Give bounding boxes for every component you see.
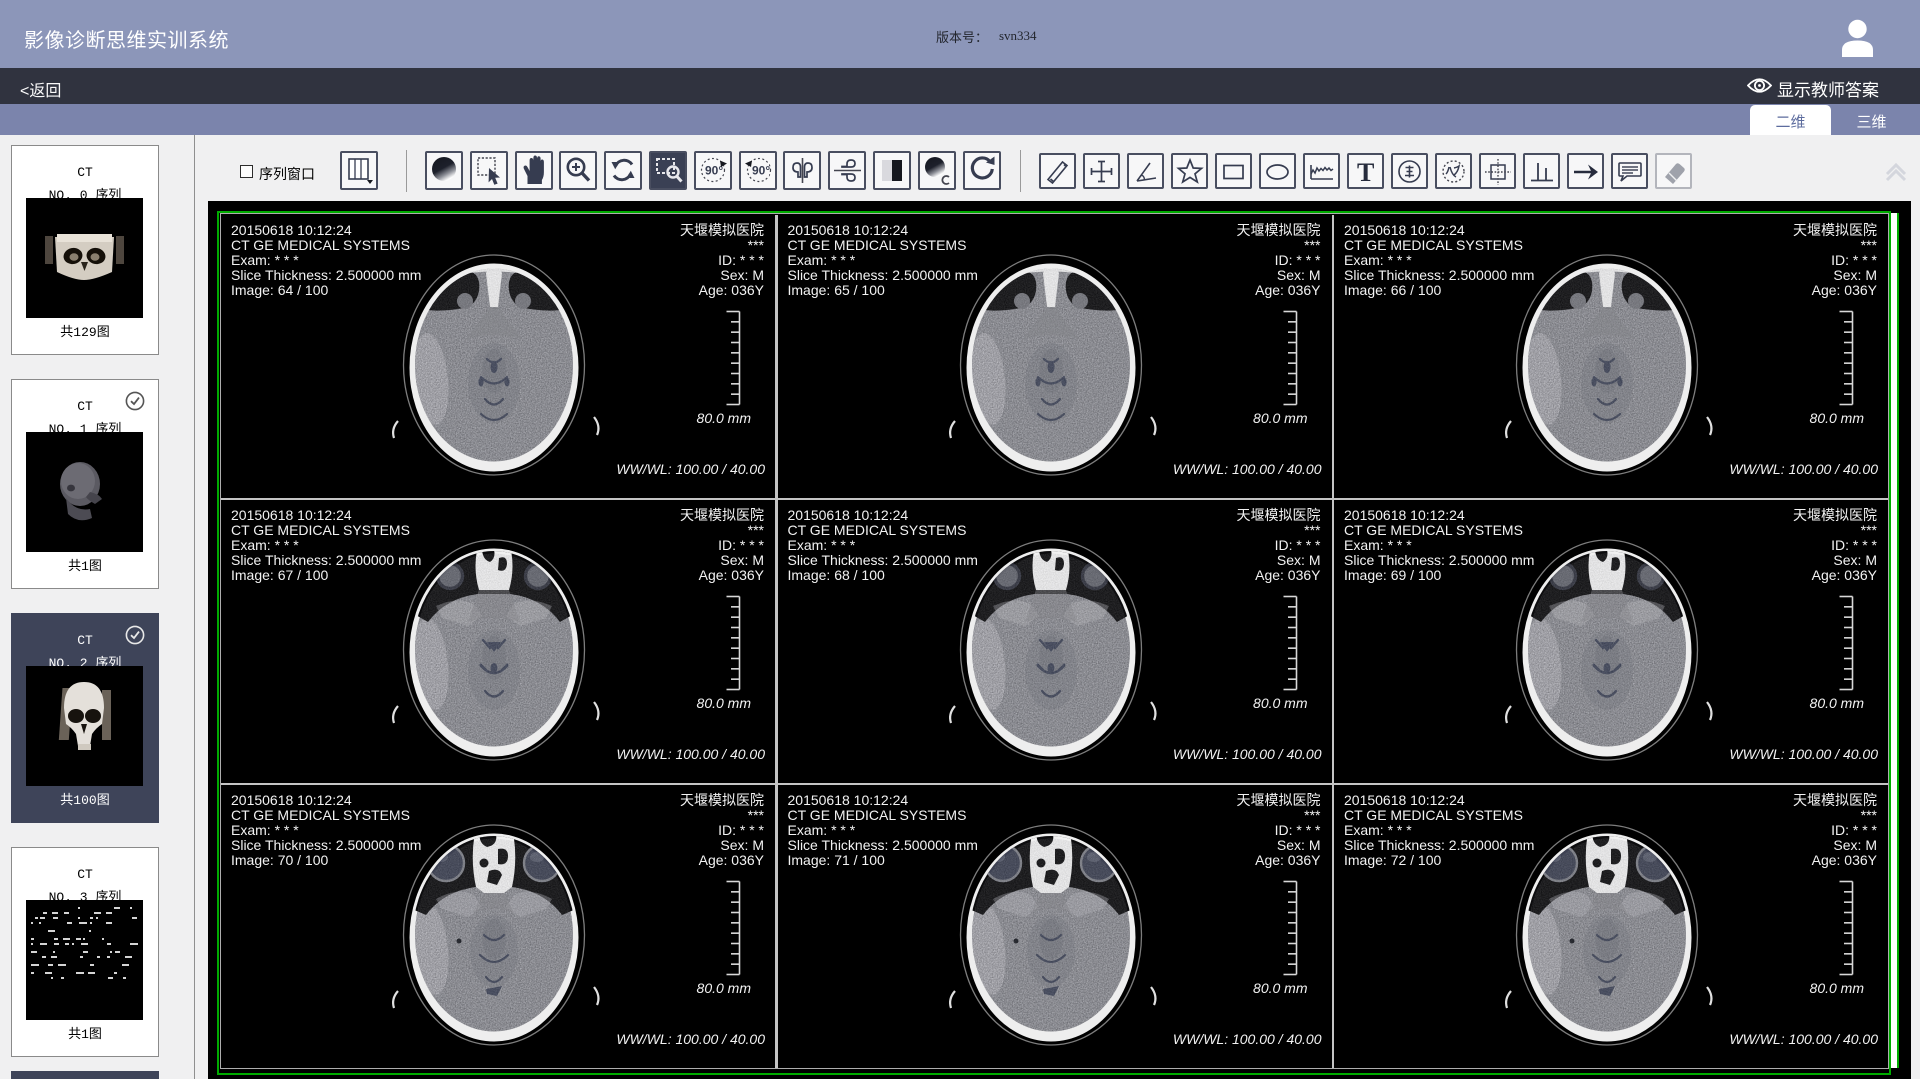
svg-text:90°: 90° (705, 164, 723, 178)
svg-text:90°: 90° (752, 164, 770, 178)
svg-text:T: T (1357, 158, 1374, 187)
